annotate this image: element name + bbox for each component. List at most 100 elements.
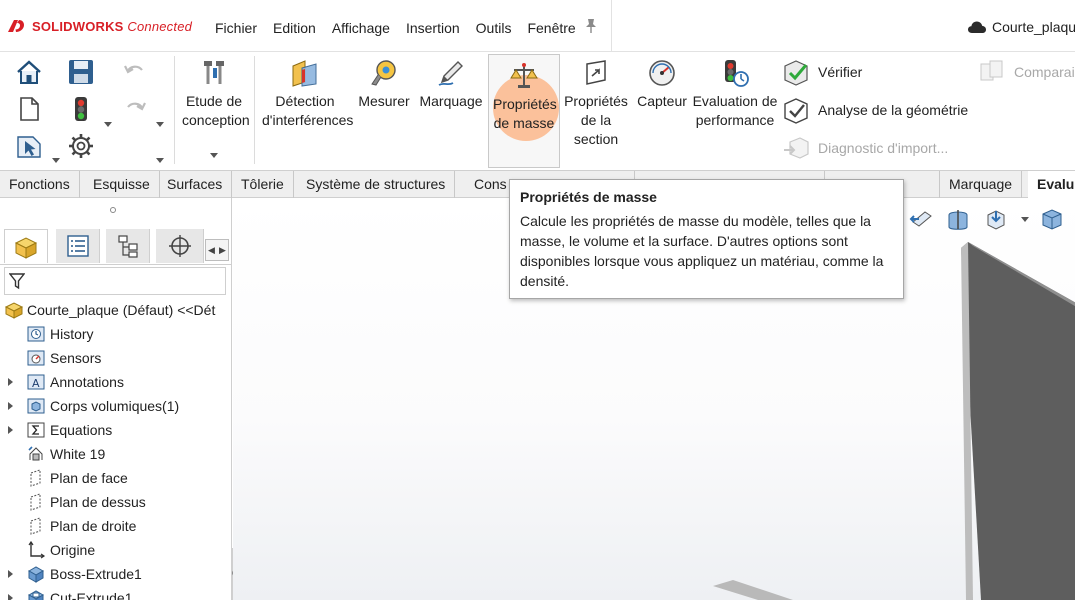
- select-arrow-icon[interactable]: [14, 131, 44, 161]
- tree-filter[interactable]: [4, 267, 226, 295]
- document-title: Courte_plaque: [992, 19, 1075, 35]
- expand-arrow-icon[interactable]: [8, 594, 13, 600]
- tree-item-label: White 19: [50, 446, 106, 462]
- menu-bar: Fichier Edition Affichage Insertion Outi…: [215, 20, 592, 36]
- verifier-label: Vérifier: [818, 64, 863, 80]
- home-icon[interactable]: [14, 57, 44, 87]
- scroll-left-icon[interactable]: ◀: [206, 240, 217, 260]
- property-manager-tab-icon[interactable]: [56, 229, 100, 263]
- menu-outils[interactable]: Outils: [476, 20, 512, 36]
- expand-arrow-icon[interactable]: [8, 402, 13, 410]
- undo-dropdown-icon[interactable]: [156, 122, 164, 127]
- tree-root-part[interactable]: Courte_plaque (Défaut) <<Dét: [0, 298, 231, 322]
- menu-fenetre[interactable]: Fenêtre: [527, 20, 575, 36]
- equations-sigma-icon: [26, 420, 46, 440]
- panel-tab-scroll[interactable]: ◀ ▶: [205, 239, 229, 261]
- redo-icon[interactable]: [120, 94, 150, 124]
- comparaison-label: Comparais: [1014, 64, 1075, 80]
- origin-icon: [26, 540, 46, 560]
- feature-manager-tab-icon[interactable]: [4, 229, 48, 263]
- scroll-right-icon[interactable]: ▶: [217, 240, 228, 260]
- new-document-icon[interactable]: [14, 94, 44, 124]
- tab-surfaces[interactable]: Surfaces: [158, 171, 233, 198]
- menu-insertion[interactable]: Insertion: [406, 20, 460, 36]
- expand-arrow-icon[interactable]: [8, 570, 13, 578]
- etude-conception-button[interactable]: Etude de conception: [178, 52, 250, 166]
- tree-item-plan-droite[interactable]: Plan de droite: [0, 514, 231, 538]
- capteur-button[interactable]: Capteur: [634, 52, 690, 111]
- solidworks-logo: SOLIDWORKS Connected: [6, 17, 192, 35]
- proprietes-section-button[interactable]: Propriétés de la section: [562, 52, 630, 149]
- menu-fichier[interactable]: Fichier: [215, 20, 257, 36]
- tree-item-plan-face[interactable]: Plan de face: [0, 466, 231, 490]
- traffic-light-icon[interactable]: [66, 94, 96, 124]
- annotations-icon: A: [26, 372, 46, 392]
- expand-arrow-icon[interactable]: [8, 426, 13, 434]
- plane-icon: [26, 516, 46, 536]
- tree-item-cut-extrude[interactable]: Cut-Extrude1: [0, 586, 231, 600]
- diagnostic-import-button[interactable]: Diagnostic d'import...: [782, 134, 948, 162]
- tree-item-equations[interactable]: Equations: [0, 418, 231, 442]
- tree-item-material[interactable]: White 19: [0, 442, 231, 466]
- logo-brand: SOLIDWORKS: [32, 18, 124, 34]
- tab-esquisse[interactable]: Esquisse: [84, 171, 160, 198]
- ribbon-separator: [254, 56, 255, 164]
- save-dropdown-icon[interactable]: [104, 122, 112, 127]
- evaluation-performance-button[interactable]: Evaluation de performance: [692, 52, 778, 130]
- tab-tolerie[interactable]: Tôlerie: [232, 171, 294, 198]
- new-dropdown-icon[interactable]: [52, 158, 60, 163]
- tree-item-label: Equations: [50, 422, 113, 438]
- ribbon-separator: [174, 56, 175, 164]
- logo-suffix: Connected: [127, 18, 193, 34]
- tree-item-sensors[interactable]: Sensors: [0, 346, 231, 370]
- etude-dropdown-icon[interactable]: [210, 153, 218, 158]
- panel-drag-handle[interactable]: [110, 207, 116, 213]
- undo-icon[interactable]: [120, 57, 150, 87]
- analyse-geometrie-label: Analyse de la géométrie: [818, 102, 969, 118]
- menu-affichage[interactable]: Affichage: [332, 20, 390, 36]
- tab-systeme-structures[interactable]: Système de structures: [297, 171, 456, 198]
- tree-item-origine[interactable]: Origine: [0, 538, 231, 562]
- dimxpert-tab-icon[interactable]: [156, 229, 204, 263]
- part-icon: [4, 300, 24, 320]
- marquage-button[interactable]: Marquage: [418, 52, 484, 111]
- tree-item-label: Corps volumiques(1): [50, 398, 180, 414]
- configuration-manager-tab-icon[interactable]: [106, 229, 150, 263]
- tree-item-history[interactable]: History: [0, 322, 231, 346]
- verifier-button[interactable]: Vérifier: [782, 58, 862, 86]
- panel-tabs: ◀ ▶: [0, 225, 231, 265]
- tree-item-label: Sensors: [50, 350, 102, 366]
- analyse-geometrie-button[interactable]: Analyse de la géométrie: [782, 96, 968, 124]
- expand-arrow-icon[interactable]: [8, 378, 13, 386]
- tab-marquage[interactable]: Marquage: [940, 171, 1023, 198]
- tooltip-body: Calcule les propriétés de masse du modèl…: [520, 213, 884, 289]
- tree-item-label: Plan de droite: [50, 518, 137, 534]
- geometry-analysis-icon: [782, 96, 810, 124]
- tree-item-boss-extrude[interactable]: Boss-Extrude1: [0, 562, 231, 586]
- tree-item-plan-dessus[interactable]: Plan de dessus: [0, 490, 231, 514]
- tree-item-label: History: [50, 326, 94, 342]
- save-icon[interactable]: [66, 57, 96, 87]
- redo-dropdown-icon[interactable]: [156, 158, 164, 163]
- comparaison-button[interactable]: Comparais: [978, 58, 1075, 86]
- pin-icon[interactable]: [584, 18, 598, 34]
- tree-item-annotations[interactable]: A Annotations: [0, 370, 231, 394]
- detection-interferences-button[interactable]: Détection d'interférences: [258, 52, 353, 130]
- tree-item-label: Boss-Extrude1: [50, 566, 142, 582]
- command-manager-ribbon: Etude de conception Détection d'interfér…: [0, 52, 1075, 200]
- menu-edition[interactable]: Edition: [273, 20, 316, 36]
- tab-fonctions[interactable]: Fonctions: [0, 171, 80, 198]
- options-gear-icon[interactable]: [66, 131, 96, 161]
- tree-item-label: Cut-Extrude1: [50, 590, 133, 600]
- feature-tree: Courte_plaque (Défaut) <<Dét History Sen…: [0, 298, 231, 600]
- tree-root-label: Courte_plaque (Défaut) <<Dét: [27, 302, 216, 318]
- tab-evaluer[interactable]: Evalu: [1028, 171, 1075, 198]
- marquage-label: Marquage: [419, 93, 483, 109]
- tooltip-title: Propriétés de masse: [520, 189, 657, 205]
- proprietes-masse-button[interactable]: Propriétés de masse: [488, 54, 560, 168]
- mesurer-button[interactable]: Mesurer: [356, 52, 412, 111]
- tree-item-label: Plan de face: [50, 470, 128, 486]
- markup-pen-icon: [436, 58, 466, 88]
- tree-item-corps-volumiques[interactable]: Corps volumiques(1): [0, 394, 231, 418]
- interference-detection-icon: [290, 58, 320, 88]
